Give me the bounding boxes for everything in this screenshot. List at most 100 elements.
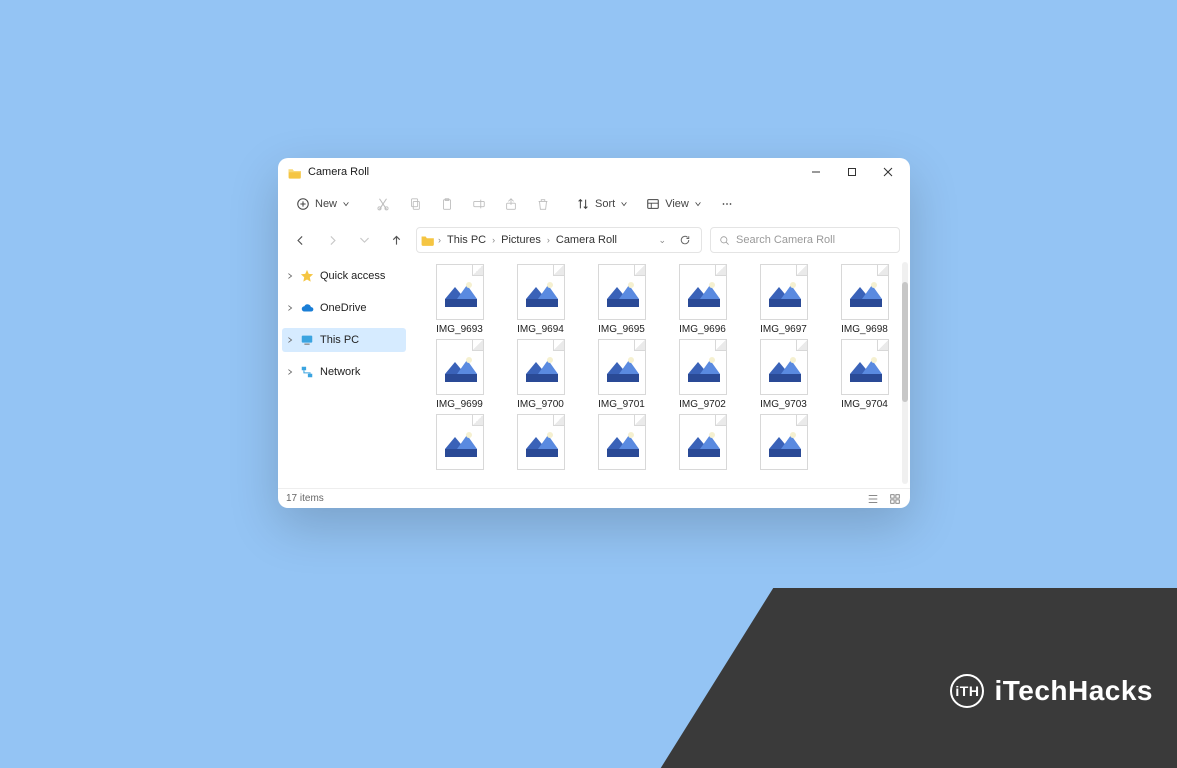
chevron-right-icon <box>286 368 294 376</box>
brand-text: iTechHacks <box>994 675 1153 707</box>
file-item[interactable] <box>505 414 576 474</box>
details-view-icon[interactable] <box>866 492 880 506</box>
sidebar-item-network[interactable]: Network <box>278 360 410 384</box>
image-file-icon <box>517 264 565 320</box>
thumbnails-view-icon[interactable] <box>888 492 902 506</box>
brand-logo: iTH <box>950 674 984 708</box>
file-item[interactable]: IMG_9694 <box>505 264 576 335</box>
back-button[interactable] <box>288 228 312 252</box>
titlebar: Camera Roll <box>278 158 910 186</box>
copy-button[interactable] <box>400 191 430 217</box>
scrollbar-thumb[interactable] <box>902 282 908 402</box>
image-file-icon <box>760 339 808 395</box>
view-button[interactable]: View <box>638 191 710 217</box>
minimize-button[interactable] <box>798 158 834 186</box>
image-file-icon <box>436 414 484 470</box>
cut-button[interactable] <box>368 191 398 217</box>
file-explorer-window: Camera Roll New Sort View <box>278 158 910 508</box>
file-name: IMG_9703 <box>760 399 807 410</box>
chevron-down-icon[interactable]: ⌄ <box>654 235 670 246</box>
maximize-button[interactable] <box>834 158 870 186</box>
star-icon <box>300 269 314 283</box>
new-label: New <box>315 198 337 210</box>
new-button[interactable]: New <box>288 191 358 217</box>
share-button[interactable] <box>496 191 526 217</box>
file-item[interactable]: IMG_9698 <box>829 264 900 335</box>
forward-button[interactable] <box>320 228 344 252</box>
file-name: IMG_9702 <box>679 399 726 410</box>
file-item[interactable]: IMG_9704 <box>829 339 900 410</box>
refresh-button[interactable] <box>673 227 697 253</box>
item-count: 17 items <box>286 493 324 504</box>
file-name: IMG_9695 <box>598 324 645 335</box>
chevron-right-icon: › <box>438 235 441 245</box>
breadcrumb-item[interactable]: Camera Roll <box>553 234 620 246</box>
image-file-icon <box>436 264 484 320</box>
chevron-right-icon: › <box>547 235 550 245</box>
file-item[interactable]: IMG_9699 <box>424 339 495 410</box>
sidebar-item-onedrive[interactable]: OneDrive <box>278 296 410 320</box>
close-button[interactable] <box>870 158 906 186</box>
file-item[interactable] <box>748 414 819 474</box>
pc-icon <box>300 333 314 347</box>
cloud-icon <box>300 301 314 315</box>
file-item[interactable]: IMG_9693 <box>424 264 495 335</box>
brand-mark: iTH iTechHacks <box>950 674 1153 708</box>
file-name: IMG_9693 <box>436 324 483 335</box>
sidebar-item-label: Quick access <box>320 270 385 282</box>
image-file-icon <box>598 339 646 395</box>
file-name: IMG_9699 <box>436 399 483 410</box>
image-file-icon <box>598 264 646 320</box>
image-file-icon <box>679 264 727 320</box>
paste-button[interactable] <box>432 191 462 217</box>
image-file-icon <box>841 264 889 320</box>
delete-button[interactable] <box>528 191 558 217</box>
file-item[interactable] <box>667 414 738 474</box>
file-name: IMG_9697 <box>760 324 807 335</box>
sort-button[interactable]: Sort <box>568 191 636 217</box>
chevron-right-icon <box>286 272 294 280</box>
file-item[interactable]: IMG_9696 <box>667 264 738 335</box>
image-file-icon <box>679 339 727 395</box>
file-name: IMG_9694 <box>517 324 564 335</box>
file-area: IMG_9693 IMG_9694 IMG_9695 IMG_9696 IMG_9697… <box>410 258 910 488</box>
file-grid: IMG_9693 IMG_9694 IMG_9695 IMG_9696 IMG_9697… <box>410 258 910 474</box>
more-button[interactable] <box>712 191 742 217</box>
recent-button[interactable] <box>352 228 376 252</box>
view-label: View <box>665 198 689 210</box>
sidebar: Quick access OneDrive This PC Network <box>278 258 410 488</box>
sidebar-item-quick-access[interactable]: Quick access <box>278 264 410 288</box>
file-item[interactable]: IMG_9702 <box>667 339 738 410</box>
breadcrumb-item[interactable]: This PC <box>444 234 489 246</box>
file-item[interactable]: IMG_9703 <box>748 339 819 410</box>
search-placeholder: Search Camera Roll <box>736 234 835 246</box>
file-name: IMG_9700 <box>517 399 564 410</box>
search-input[interactable]: Search Camera Roll <box>710 227 900 253</box>
window-title: Camera Roll <box>308 166 798 178</box>
file-item[interactable]: IMG_9701 <box>586 339 657 410</box>
address-bar[interactable]: › This PC › Pictures › Camera Roll ⌄ <box>416 227 702 253</box>
file-name: IMG_9698 <box>841 324 888 335</box>
image-file-icon <box>598 414 646 470</box>
file-item[interactable]: IMG_9697 <box>748 264 819 335</box>
image-file-icon <box>679 414 727 470</box>
scrollbar[interactable] <box>902 262 908 484</box>
chevron-right-icon <box>286 336 294 344</box>
folder-icon <box>421 234 435 246</box>
image-file-icon <box>436 339 484 395</box>
rename-button[interactable] <box>464 191 494 217</box>
file-item[interactable] <box>424 414 495 474</box>
file-item[interactable]: IMG_9695 <box>586 264 657 335</box>
content-area: Quick access OneDrive This PC Network IM… <box>278 258 910 488</box>
file-name: IMG_9701 <box>598 399 645 410</box>
sidebar-item-this-pc[interactable]: This PC <box>282 328 406 352</box>
file-item[interactable]: IMG_9700 <box>505 339 576 410</box>
file-item[interactable] <box>586 414 657 474</box>
chevron-right-icon <box>286 304 294 312</box>
search-icon <box>719 235 730 246</box>
navigation-row: › This PC › Pictures › Camera Roll ⌄ Sea… <box>278 222 910 258</box>
window-controls <box>798 158 906 186</box>
up-button[interactable] <box>384 228 408 252</box>
breadcrumb-item[interactable]: Pictures <box>498 234 544 246</box>
sort-label: Sort <box>595 198 615 210</box>
